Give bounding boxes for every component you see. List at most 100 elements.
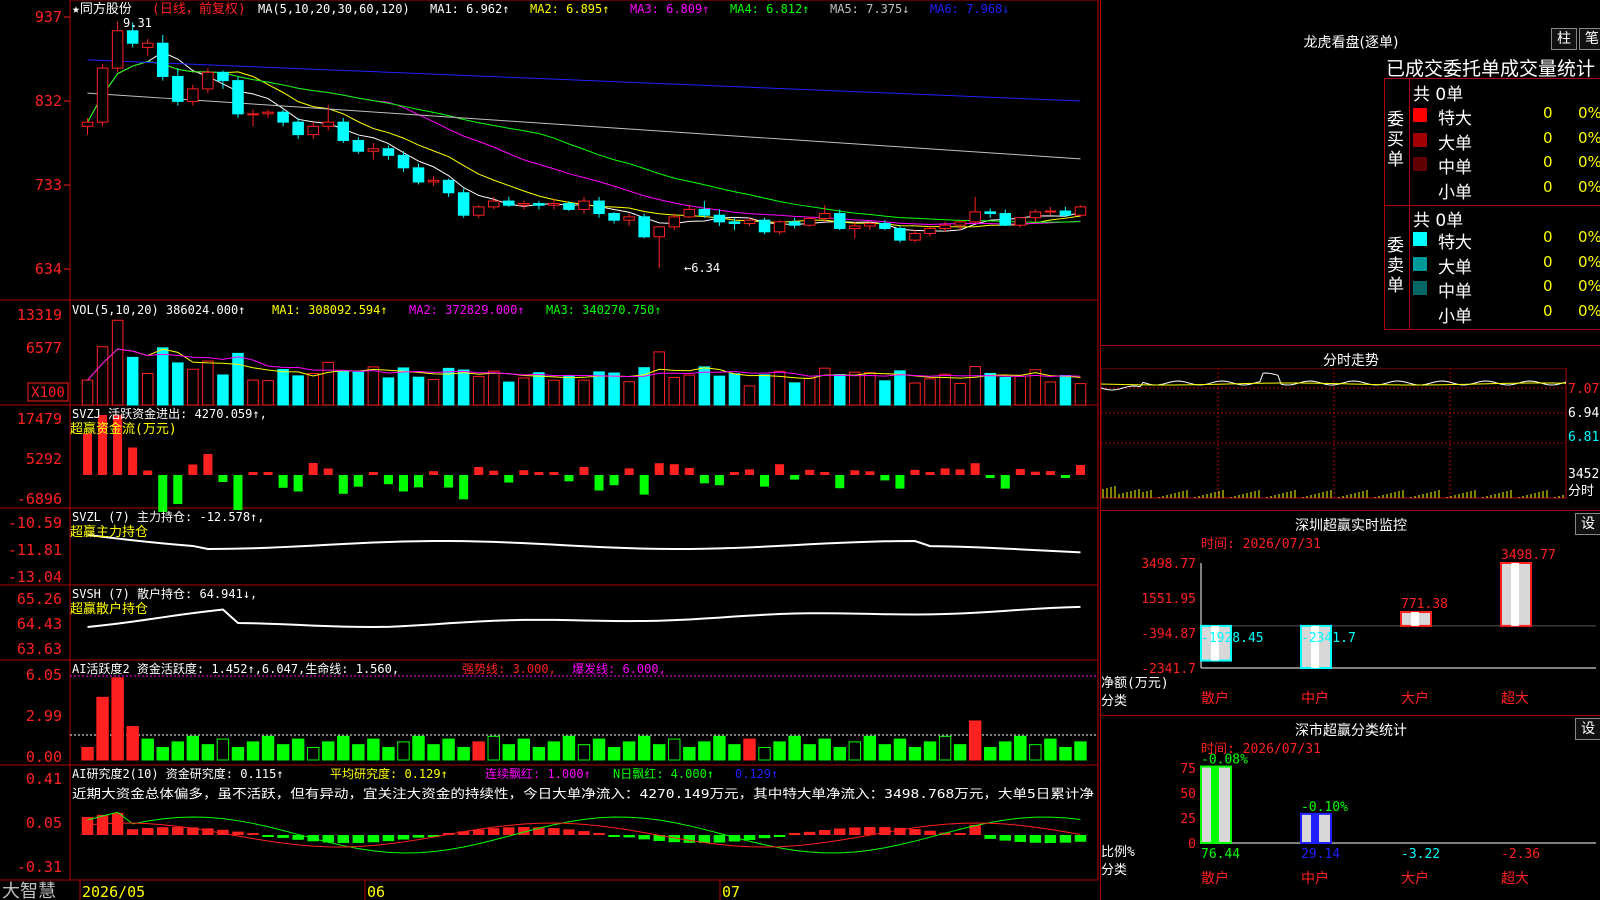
candle-body [412,167,425,183]
order-count: 0 [1543,228,1553,246]
fund-flow-bar [579,467,589,475]
svzl-title: SVZL (7) 主力持仓: -12.578↑, [72,509,265,524]
activity-bar [938,735,952,761]
y-tick-label: -0.31 [17,858,62,876]
research-bar [111,812,124,835]
volume-bar [954,382,966,406]
volume-bar [1014,375,1027,406]
monitor-settings-button[interactable]: 设 [1575,513,1600,535]
fund-flow-bar [669,464,679,475]
research-bar [578,831,590,835]
fund-flow-bar [519,470,529,475]
activity-bar [201,744,215,761]
candle-body [1014,217,1027,226]
order-row: 小单 0 0% [1413,178,1600,203]
candle-body [743,219,756,225]
activity-bar [592,738,606,761]
fund-flow-bar [413,475,424,488]
volume-bar [367,366,380,406]
candle-body [909,232,921,241]
activity-bar [322,741,335,761]
dragon-title: 龙虎看盘(逐单) [1303,35,1399,51]
activity-bar [81,746,94,761]
classify-category: 散户 [1201,870,1229,887]
monitor-category: 散户 [1201,690,1229,707]
bar-mode-button[interactable]: 柱 [1551,28,1577,50]
volume-bar [111,319,124,406]
candle-body [623,216,635,221]
classify-bar-value: 76.44 [1201,847,1240,862]
candle-body [307,125,319,136]
research-bar [879,827,891,835]
classify-settings-button[interactable]: 设 [1575,718,1600,740]
order-color-swatch [1413,306,1427,320]
svzj-subtitle: 超赢资金流(万元) [70,421,177,437]
classify-bar-value: -2.36 [1501,847,1540,862]
intraday-y-label: 7.07 [1568,382,1599,397]
activity-bar [532,746,546,761]
fund-flow-bar [910,469,920,475]
candle-body [156,42,169,77]
volume-bar [758,374,771,406]
candle-body [999,213,1012,226]
fund-flow-bar [278,475,288,488]
activity-bar [773,741,786,761]
research-bar [1074,835,1087,842]
classify-y-label: 0 [1188,837,1196,852]
volume-bar [939,373,951,406]
research-bar [96,814,109,835]
activity-bar [216,738,230,761]
volume-bar [608,372,620,406]
y-tick-label: -6896 [17,490,62,508]
fund-flow-bar [729,472,739,475]
volume-bar [788,382,801,406]
activity-bar [833,746,846,761]
research-bar [623,835,635,838]
order-percent: 0% [1578,277,1600,295]
activity-bar [818,738,831,761]
brand-label: 大智慧 [2,881,56,900]
dragon-col-divider [1409,78,1410,330]
avg-research-line [87,822,1081,848]
chart-area[interactable]: 937 832 733 634 9.31 ←6.34 ★同方股份 (日线，前复权) MA(5,1… [0,0,1100,900]
volume-bar [156,347,169,406]
activity-bar [96,696,109,761]
y-tick-label: 63.63 [17,640,62,658]
candle-body [894,227,906,241]
activity-bar [367,738,380,761]
fund-flow-bar [1045,471,1055,475]
research-bar [849,827,861,835]
svzl-subtitle: 超赢主力持仓 [70,524,148,540]
fund-flow-bar [1030,471,1040,475]
volume-bar [864,372,876,406]
candle-body [217,71,229,82]
fund-flow-bar [83,433,93,475]
candle-body [232,80,244,115]
activity-bar [743,738,756,761]
activity-bar [231,746,245,761]
candle-body [442,179,455,194]
fund-flow-bar [805,469,815,475]
candle-body [668,216,681,228]
research-bar [743,835,756,840]
monitor-bar-value: 3498.77 [1501,548,1556,563]
ai2-last-label: 0.129↑ [735,767,778,781]
volume-bar [397,367,410,406]
activity-bar [186,735,200,761]
monitor-bar-value: -1928.45 [1201,631,1264,646]
order-color-swatch [1413,256,1427,271]
activity-bar [1059,746,1072,761]
fund-flow-bar [188,464,198,475]
volume-bar [548,379,560,406]
intraday-vol-tick: 34525 [1568,467,1600,482]
activity-bar [637,735,651,761]
activity-bar [908,746,922,761]
volume-bar [833,374,846,406]
order-percent: 0% [1578,153,1600,171]
fund-flow-bar [218,475,228,482]
candle-body [1059,210,1072,216]
monitor-category: 超大 [1501,691,1529,707]
volume-bar [713,375,726,406]
tick-mode-button[interactable]: 笔 [1579,28,1600,50]
intraday-chart[interactable]: 7.07 6.94 6.81 34525 分时 [1101,368,1600,508]
